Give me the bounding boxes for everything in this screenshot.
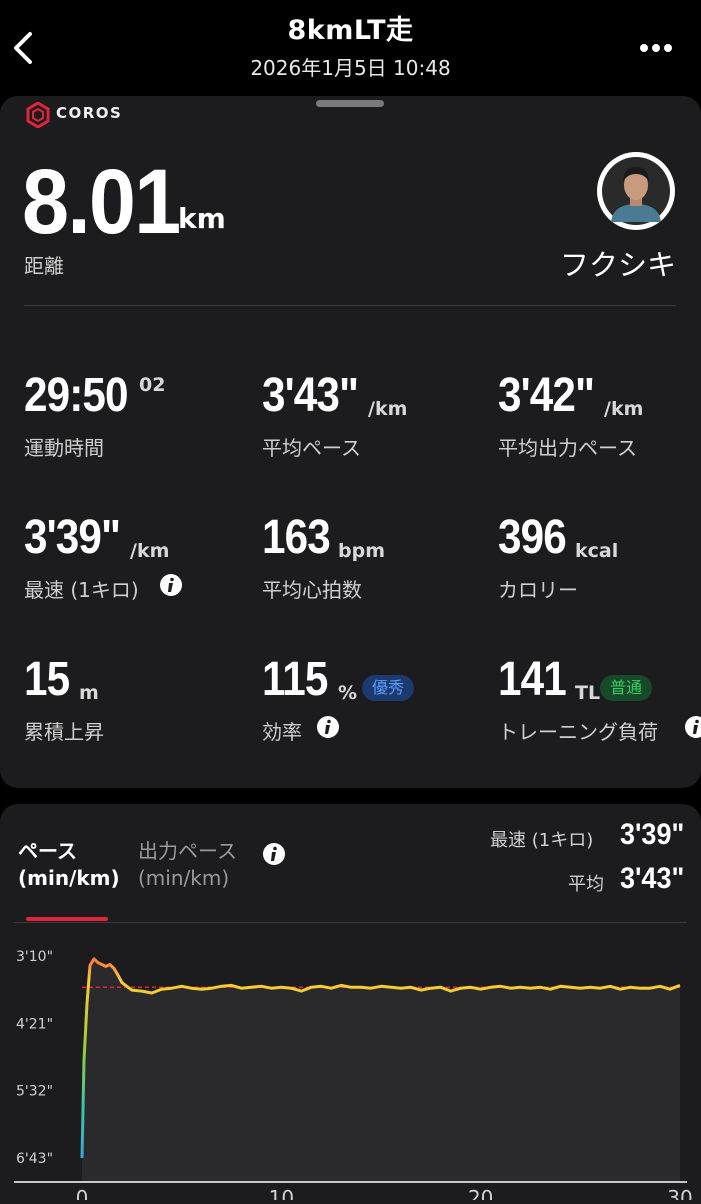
avg-power-pace-label: 平均出力ペース (498, 436, 637, 460)
calories-unit: kcal (575, 540, 619, 562)
calories-label: カロリー (498, 578, 578, 602)
avg-hr-label: 平均心拍数 (262, 578, 362, 602)
chart-best-label: 最速 (1キロ) (490, 830, 594, 851)
coros-logo-icon (26, 102, 50, 128)
training-load-badge: 普通 (600, 675, 653, 701)
chart-info-icon[interactable] (262, 842, 286, 866)
tab-pace-line1: ペース (18, 839, 77, 863)
drag-handle[interactable] (316, 100, 384, 107)
training-load-info-icon[interactable] (684, 715, 701, 739)
activity-title: 8kmLT走 (287, 15, 414, 46)
avg-hr-unit: bpm (338, 540, 385, 562)
x-tick-label: 30 (667, 1186, 692, 1200)
tab-active-indicator (26, 917, 108, 921)
avg-hr-value: 163 (262, 511, 331, 564)
activity-datetime: 2026年1月5日 10:48 (250, 56, 451, 80)
efficiency-value: 115 (262, 653, 328, 706)
tab-power-pace-line2: (min/km) (138, 866, 230, 890)
more-options-icon[interactable] (632, 38, 680, 58)
x-tick-label: 10 (269, 1186, 294, 1200)
calories-value: 396 (498, 511, 567, 564)
avg-pace-label: 平均ペース (262, 436, 361, 460)
tab-power-pace-line1: 出力ペース (138, 839, 237, 863)
efficiency-info-icon[interactable] (316, 715, 340, 739)
ascent-value: 15 (24, 653, 70, 706)
chart-best-value: 3'39" (620, 818, 685, 851)
avg-pace-value: 3'43" (262, 369, 359, 422)
pace-area (82, 958, 680, 1182)
distance-unit: km (178, 202, 226, 235)
username: フクシキ (559, 248, 676, 282)
efficiency-unit: % (338, 682, 358, 704)
divider (24, 305, 676, 306)
time-subseconds: 02 (139, 374, 166, 396)
fastest-label: 最速 (1キロ) (24, 578, 139, 602)
avg-power-pace-value: 3'42" (498, 369, 595, 422)
training-load-label: トレーニング負荷 (498, 720, 658, 744)
ascent-unit: m (79, 682, 99, 704)
y-tick-label: 3'10" (16, 949, 53, 965)
x-tick-label: 0 (76, 1186, 89, 1200)
tab-pace-line2: (min/km) (18, 866, 120, 890)
avg-power-pace-unit: /km (604, 398, 644, 420)
efficiency-label: 効率 (262, 720, 302, 744)
y-tick-label: 5'32" (16, 1084, 53, 1100)
ascent-label: 累積上昇 (24, 720, 104, 744)
tab-power-pace[interactable]: 出力ペース (min/km) (138, 838, 237, 892)
time-label: 運動時間 (24, 436, 104, 460)
fastest-unit: /km (130, 540, 170, 562)
chart-avg-value: 3'43" (620, 862, 685, 895)
y-tick-label: 6'43" (16, 1151, 53, 1167)
pace-chart: 3'10" 4'21" 5'32" 6'43" 0 10 20 30 (14, 949, 693, 1200)
distance-label: 距離 (24, 254, 64, 278)
training-load-unit: TL (575, 682, 601, 704)
chart-divider (14, 922, 687, 923)
distance-value: 8.01 (22, 151, 181, 253)
avatar[interactable] (597, 152, 675, 230)
efficiency-badge: 優秀 (362, 675, 415, 701)
time-value: 29:50 (24, 369, 129, 422)
x-tick-label: 20 (468, 1186, 493, 1200)
fastest-value: 3'39" (24, 511, 121, 564)
training-load-value: 141 (498, 653, 567, 706)
y-tick-label: 4'21" (16, 1016, 53, 1032)
avg-pace-unit: /km (368, 398, 408, 420)
fastest-info-icon[interactable] (159, 573, 183, 597)
tab-pace[interactable]: ペース (min/km) (18, 838, 120, 892)
chart-avg-label: 平均 (568, 874, 604, 895)
coros-logo-text: COROS (56, 104, 123, 122)
